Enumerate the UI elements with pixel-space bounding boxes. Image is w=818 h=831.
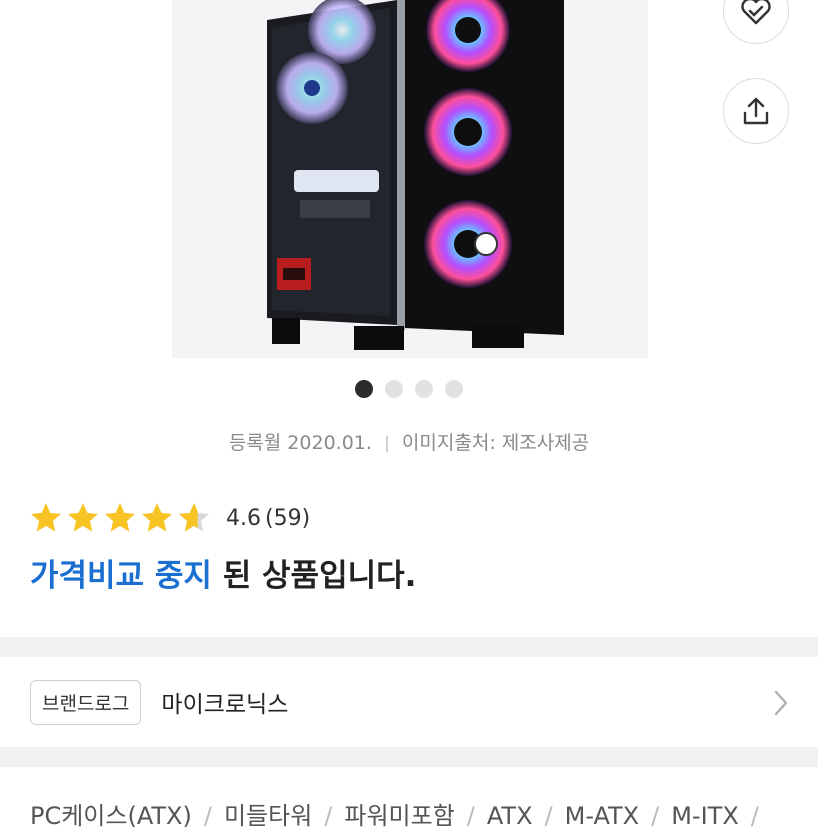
section-divider <box>0 747 818 767</box>
chevron-right-icon[interactable] <box>772 689 790 717</box>
category-list: PC케이스(ATX) / 미들타워 / 파워미포함 / ATX / M-ATX / M-ITX / <box>30 796 771 831</box>
gallery-indicator <box>0 380 818 398</box>
gallery-dot[interactable] <box>355 380 373 398</box>
star-full-icon <box>31 503 61 532</box>
product-image[interactable] <box>172 0 648 358</box>
rating[interactable]: 4.6 (59) <box>28 500 310 536</box>
meta-divider <box>385 435 388 452</box>
category-separator: / <box>544 802 553 830</box>
product-meta: 등록월 2020.01. 이미지출처: 제조사제공 <box>0 428 818 455</box>
category-separator: / <box>324 802 333 830</box>
gallery-dot[interactable] <box>415 380 433 398</box>
review-count[interactable]: (59) <box>265 506 310 531</box>
status-text: 된 상품입니다. <box>211 558 417 594</box>
gallery-dot[interactable] <box>385 380 403 398</box>
category-item[interactable]: M-ATX <box>565 802 640 830</box>
brand-row[interactable]: 브랜드로그 마이크로닉스 <box>0 657 818 747</box>
favorite-button[interactable] <box>723 0 789 44</box>
category-separator: / <box>651 802 660 830</box>
category-separator: / <box>750 802 759 830</box>
star-rating <box>28 500 212 536</box>
brand-log-tag[interactable]: 브랜드로그 <box>30 679 142 725</box>
share-button[interactable] <box>723 78 789 144</box>
status-highlight: 가격비교 중지 <box>30 558 212 594</box>
registered-date: 등록월 2020.01. <box>228 432 372 454</box>
gallery-dot[interactable] <box>445 380 463 398</box>
category-separator: / <box>203 802 212 830</box>
image-source: 이미지출처: 제조사제공 <box>401 432 590 454</box>
section-divider <box>0 637 818 657</box>
brand-name[interactable]: 마이크로닉스 <box>161 685 288 719</box>
category-item[interactable]: 미들타워 <box>224 802 312 830</box>
heart-check-icon <box>741 0 771 25</box>
share-icon <box>743 97 769 125</box>
price-status: 가격비교 중지 된 상품입니다. <box>30 550 416 595</box>
star-full-icon <box>105 503 135 532</box>
pc-case-illustration <box>267 0 564 350</box>
rating-score: 4.6 <box>226 505 261 531</box>
star-full-icon <box>68 503 98 532</box>
star-partial-icon <box>179 503 209 532</box>
category-separator: / <box>466 802 475 830</box>
category-item[interactable]: M-ITX <box>671 802 739 830</box>
category-item[interactable]: ATX <box>487 802 533 830</box>
star-full-icon <box>142 503 172 532</box>
category-item[interactable]: PC케이스(ATX) <box>30 802 192 830</box>
category-item[interactable]: 파워미포함 <box>344 802 454 830</box>
